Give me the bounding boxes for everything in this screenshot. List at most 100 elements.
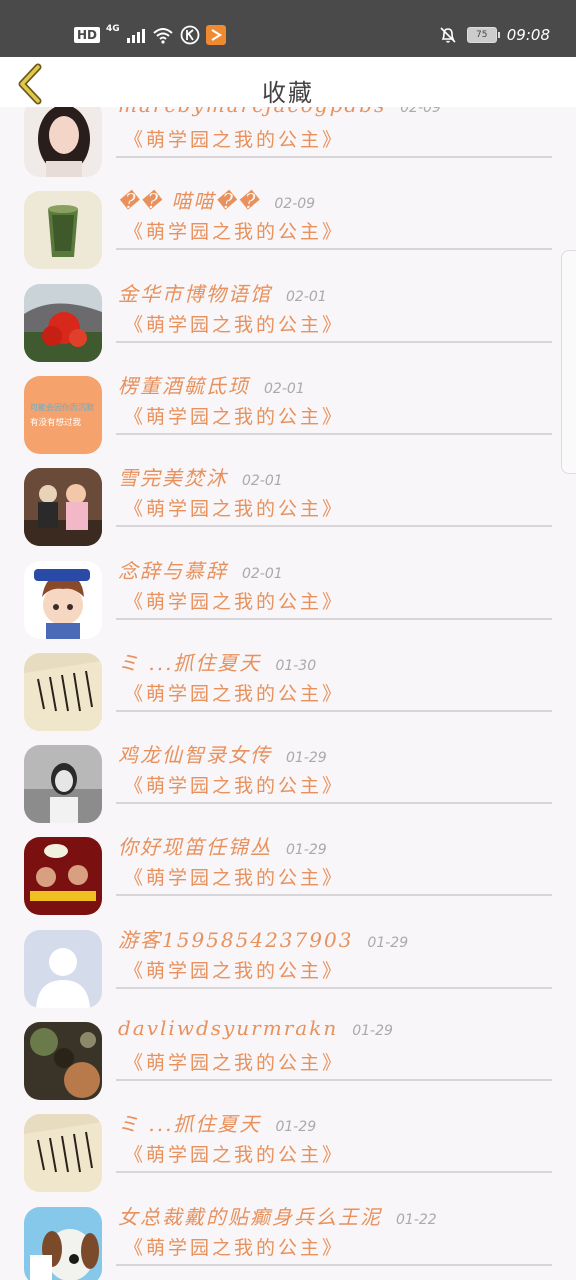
favorite-date: 02-01 xyxy=(242,473,283,490)
name-row: 雪完美焚沐 02-01 xyxy=(118,462,283,491)
k-app-icon xyxy=(180,25,200,45)
list-item[interactable]: 念辞与慕辞 02-01 《萌学园之我的公主》 xyxy=(0,551,576,643)
divider xyxy=(116,617,552,620)
avatar[interactable] xyxy=(24,837,102,916)
user-name[interactable]: 鸡龙仙智录女传 xyxy=(118,739,272,768)
user-name[interactable]: marcbymarcjacogpdbs xyxy=(118,107,386,117)
divider xyxy=(116,894,552,897)
book-title-link[interactable]: 《萌学园之我的公主》 xyxy=(124,402,344,429)
user-name[interactable]: ミ ...抓住夏天 xyxy=(118,647,261,676)
user-name[interactable]: davliwdsyurmrakn xyxy=(118,1016,338,1040)
book-title-link[interactable]: 《萌学园之我的公主》 xyxy=(124,863,344,890)
list-item[interactable]: 可能会因你而沉默 有没有想过我 楞董酒毓氐顼 02-01 《萌学园之我的公主》 xyxy=(0,366,576,458)
book-title-link[interactable]: 《萌学园之我的公主》 xyxy=(124,494,344,521)
signal-icon xyxy=(126,29,145,43)
avatar[interactable] xyxy=(24,1022,102,1100)
name-row: ミ ...抓住夏天 01-29 xyxy=(118,1108,316,1137)
user-name[interactable]: 女总裁戴的贴癫身兵么王泥 xyxy=(118,1201,382,1230)
status-left: HD 4G xyxy=(74,23,226,47)
avatar[interactable] xyxy=(24,1114,102,1193)
book-title-link[interactable]: 《萌学园之我的公主》 xyxy=(124,679,344,706)
user-name[interactable]: 楞董酒毓氐顼 xyxy=(118,370,250,399)
divider xyxy=(116,432,552,435)
list-item[interactable]: 你好现笛任锦丛 01-29 《萌学园之我的公主》 xyxy=(0,827,576,919)
book-title-link[interactable]: 《萌学园之我的公主》 xyxy=(124,587,344,614)
avatar[interactable] xyxy=(24,283,102,362)
svg-text:可能会因你而沉默: 可能会因你而沉默 xyxy=(30,402,94,412)
avatar[interactable] xyxy=(24,652,102,731)
list-item[interactable]: marcbymarcjacogpdbs 02-09 《萌学园之我的公主》 xyxy=(0,107,576,181)
status-bar: HD 4G 75 09:08 xyxy=(0,0,576,57)
favorites-list: marcbymarcjacogpdbs02-09《萌学园之我的公主》�� 喵喵�… xyxy=(0,107,576,1280)
divider xyxy=(116,1171,552,1174)
avatar[interactable] xyxy=(24,107,102,177)
list-item[interactable]: ミ ...抓住夏天 01-29 《萌学园之我的公主》 xyxy=(0,1104,576,1196)
status-right: 75 09:08 xyxy=(439,23,550,47)
divider xyxy=(116,986,552,989)
name-row: 金华市博物语馆 02-01 xyxy=(118,278,327,307)
clock: 09:08 xyxy=(506,26,550,44)
list-item[interactable]: 女总裁戴的贴癫身兵么王泥 01-22 《萌学园之我的公主》 xyxy=(0,1197,576,1280)
name-row: �� 喵喵�� 02-09 xyxy=(118,185,315,214)
list-item[interactable]: 鸡龙仙智录女传 01-29 《萌学园之我的公主》 xyxy=(0,735,576,827)
book-title-link[interactable]: 《萌学园之我的公主》 xyxy=(124,217,344,244)
divider xyxy=(116,156,552,158)
favorite-date: 02-01 xyxy=(286,288,327,305)
divider xyxy=(116,802,552,805)
list-item[interactable]: 金华市博物语馆 02-01 《萌学园之我的公主》 xyxy=(0,274,576,366)
list-item[interactable]: 雪完美焚沐 02-01 《萌学园之我的公主》 xyxy=(0,458,576,550)
book-title-link[interactable]: 《萌学园之我的公主》 xyxy=(124,125,344,152)
book-title-link[interactable]: 《萌学园之我的公主》 xyxy=(124,1140,344,1167)
favorite-date: 02-01 xyxy=(264,380,305,397)
avatar[interactable] xyxy=(24,745,102,824)
favorite-date: 01-29 xyxy=(367,934,409,951)
favorite-date: 01-29 xyxy=(352,1023,393,1039)
favorite-date: 02-01 xyxy=(242,565,283,582)
avatar[interactable] xyxy=(24,929,102,1008)
name-row: 游客1595854237903 01-29 xyxy=(118,924,408,953)
list-item[interactable]: ミ ...抓住夏天 01-30 《萌学园之我的公主》 xyxy=(0,643,576,735)
favorite-date: 01-29 xyxy=(286,750,327,767)
user-name[interactable]: �� 喵喵�� xyxy=(118,185,260,214)
favorite-date: 01-30 xyxy=(275,657,317,674)
avatar[interactable] xyxy=(24,1206,102,1280)
user-name[interactable]: 你好现笛任锦丛 xyxy=(118,831,272,860)
user-name[interactable]: 游客1595854237903 xyxy=(118,924,353,953)
book-title-link[interactable]: 《萌学园之我的公主》 xyxy=(124,310,344,337)
book-title-link[interactable]: 《萌学园之我的公主》 xyxy=(124,1048,344,1075)
divider xyxy=(116,709,552,712)
avatar[interactable] xyxy=(24,191,102,270)
user-name[interactable]: 金华市博物语馆 xyxy=(118,278,272,307)
avatar[interactable]: 可能会因你而沉默 有没有想过我 xyxy=(24,375,102,454)
favorite-date: 01-22 xyxy=(396,1211,437,1228)
list-item[interactable]: �� 喵喵�� 02-09 《萌学园之我的公主》 xyxy=(0,181,576,273)
name-row: 鸡龙仙智录女传 01-29 xyxy=(118,739,327,768)
battery-icon: 75 xyxy=(466,27,500,43)
user-name[interactable]: 念辞与慕辞 xyxy=(118,555,228,584)
divider xyxy=(116,1079,552,1081)
favorite-date: 01-29 xyxy=(275,1119,317,1136)
name-row: 念辞与慕辞 02-01 xyxy=(118,555,283,584)
user-name[interactable]: ミ ...抓住夏天 xyxy=(118,1108,261,1137)
avatar[interactable] xyxy=(24,560,102,639)
notification-app-icon xyxy=(205,25,226,45)
book-title-link[interactable]: 《萌学园之我的公主》 xyxy=(124,1233,344,1260)
favorite-date: 02-09 xyxy=(400,107,441,116)
svg-text:有没有想过我: 有没有想过我 xyxy=(30,417,82,428)
list-item[interactable]: 游客1595854237903 01-29 《萌学园之我的公主》 xyxy=(0,920,576,1012)
scroll-edge-handle[interactable] xyxy=(561,250,576,474)
name-row: davliwdsyurmrakn 01-29 xyxy=(118,1016,393,1040)
wifi-icon xyxy=(153,28,173,44)
name-row: 女总裁戴的贴癫身兵么王泥 01-22 xyxy=(118,1201,437,1230)
name-row: 你好现笛任锦丛 01-29 xyxy=(118,831,327,860)
divider xyxy=(116,340,552,343)
divider xyxy=(116,1263,552,1266)
book-title-link[interactable]: 《萌学园之我的公主》 xyxy=(124,771,344,798)
list-item[interactable]: davliwdsyurmrakn 01-29 《萌学园之我的公主》 xyxy=(0,1012,576,1104)
book-title-link[interactable]: 《萌学园之我的公主》 xyxy=(124,956,344,983)
user-name[interactable]: 雪完美焚沐 xyxy=(118,462,228,491)
avatar[interactable] xyxy=(24,468,102,547)
hd-badge: HD xyxy=(74,27,101,43)
app-header: 收藏 xyxy=(0,57,576,107)
network-type: 4G xyxy=(106,24,120,34)
